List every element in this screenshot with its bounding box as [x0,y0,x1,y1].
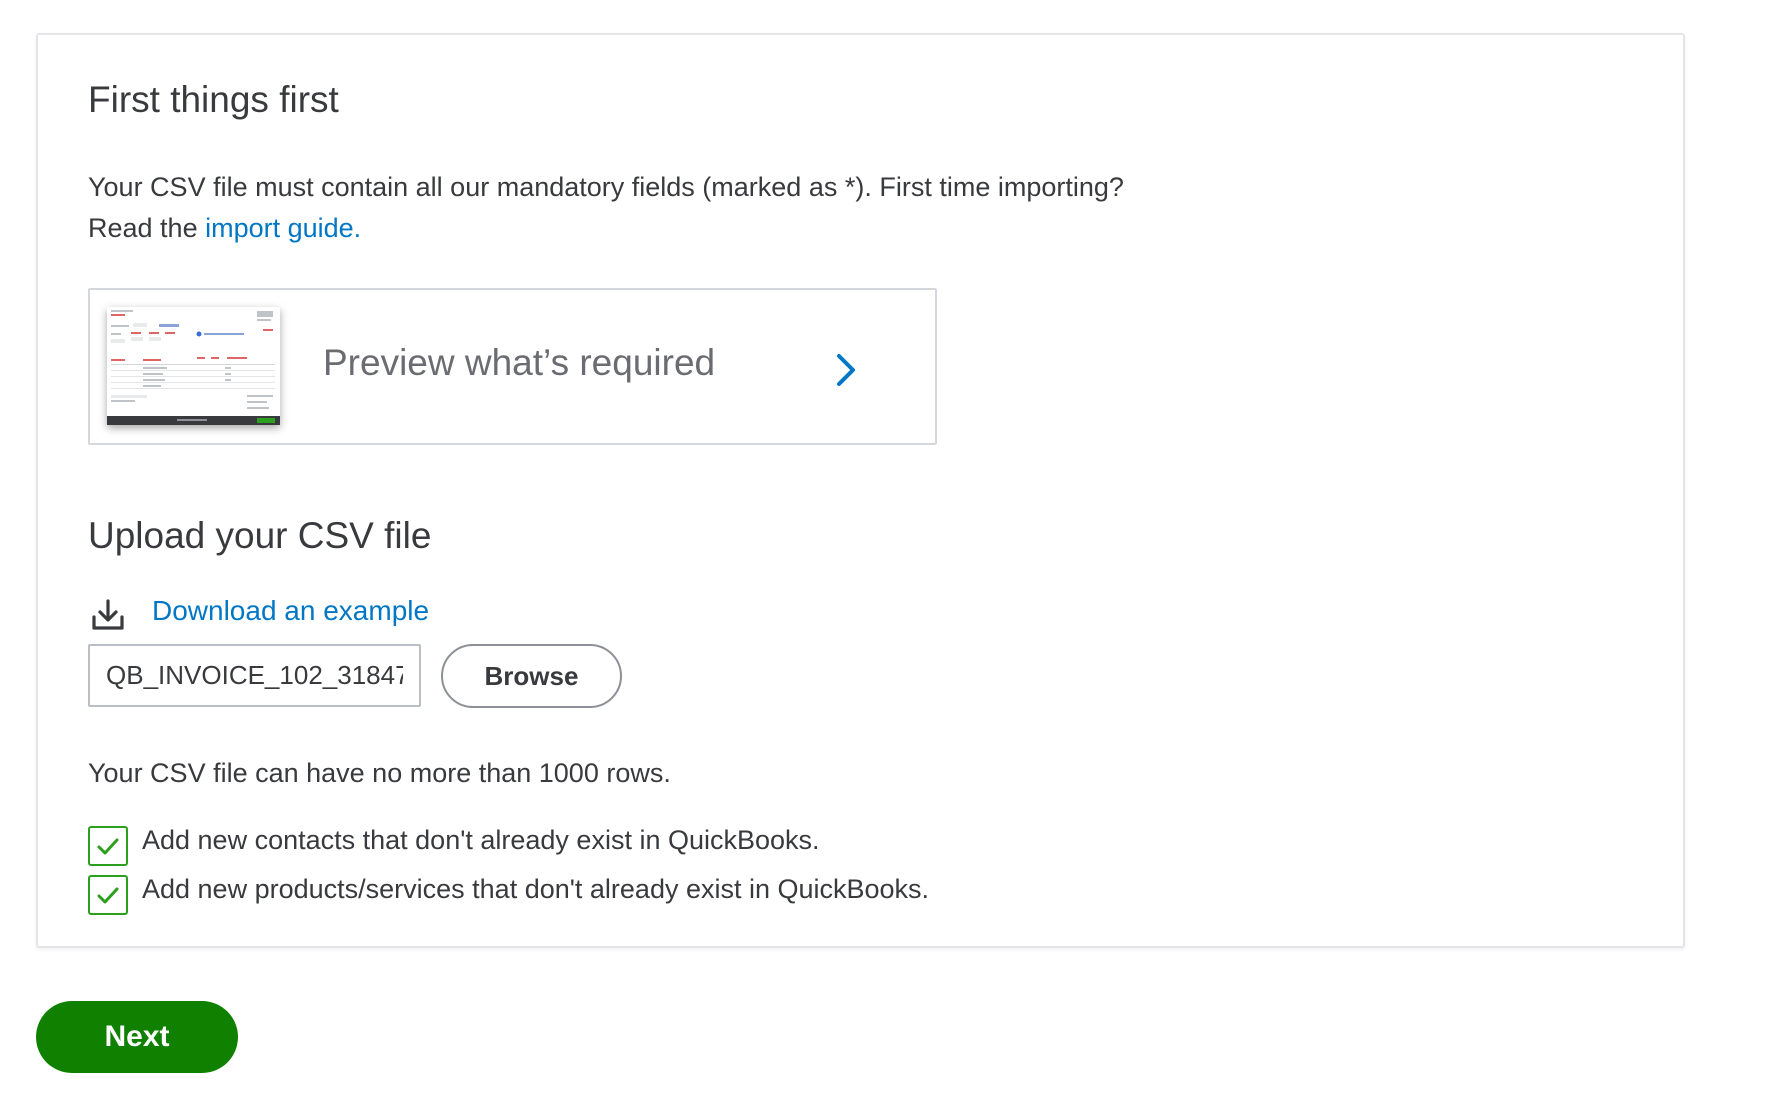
add-contacts-option[interactable]: Add new contacts that don't already exis… [88,814,820,866]
intro-line-2: Read the import guide. [88,208,1124,249]
add-contacts-label: Add new contacts that don't already exis… [142,824,820,855]
browse-button[interactable]: Browse [441,644,622,708]
intro-line-1: Your CSV file must contain all our manda… [88,172,1124,202]
upload-csv-heading: Upload your CSV file [88,515,432,556]
preview-required-label: Preview what’s required [323,342,716,383]
add-products-option[interactable]: Add new products/services that don't alr… [88,863,929,915]
invoice-preview-thumbnail [107,307,280,425]
download-example-row: Download an example [88,595,429,635]
download-icon[interactable] [88,595,128,635]
add-products-label: Add new products/services that don't alr… [142,873,930,904]
intro-read-the: Read the [88,213,206,243]
rows-limit-note: Your CSV file can have no more than 1000… [88,758,671,788]
preview-required-card[interactable]: Preview what’s required [88,288,937,445]
download-example-link[interactable]: Download an example [152,595,429,627]
checkmark-icon [97,838,119,855]
chevron-right-icon [837,354,855,386]
next-button[interactable]: Next [36,1001,238,1073]
intro-text: Your CSV file must contain all our manda… [88,167,1124,249]
first-things-first-heading: First things first [88,79,339,120]
csv-file-name-field[interactable] [88,644,421,707]
add-contacts-checkbox[interactable] [88,826,128,866]
checkmark-icon [97,887,119,904]
import-card: First things first Your CSV file must co… [36,33,1685,948]
import-guide-link[interactable]: import guide. [205,213,361,243]
add-products-checkbox[interactable] [88,875,128,915]
